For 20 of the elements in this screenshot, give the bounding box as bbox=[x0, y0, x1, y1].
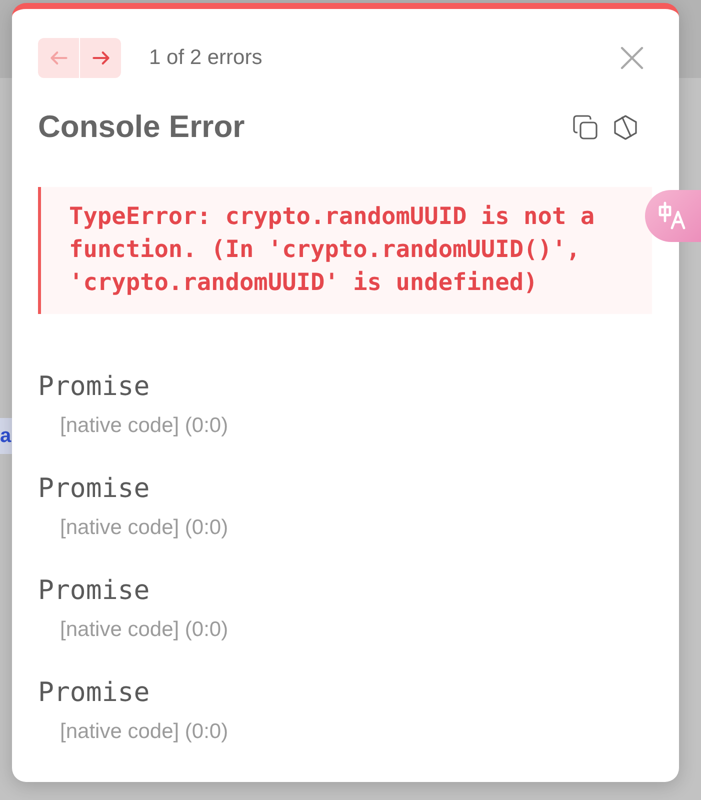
docs-button[interactable] bbox=[613, 114, 638, 140]
error-message: TypeError: crypto.randomUUID is not a function. (In 'crypto.randomUUID()', 'crypto.randomUUID' is undefined) bbox=[38, 187, 652, 314]
close-button[interactable] bbox=[620, 46, 644, 70]
stack-frame-function: Promise bbox=[38, 371, 150, 403]
stack-frame-location: [native code] (0:0) bbox=[60, 413, 228, 439]
next-error-button[interactable] bbox=[80, 38, 121, 78]
stack-frame-function: Promise bbox=[38, 677, 150, 709]
stack-frame-location: [native code] (0:0) bbox=[60, 515, 228, 541]
stack-frame-location: [native code] (0:0) bbox=[60, 719, 228, 745]
dialog-title: Console Error bbox=[38, 109, 245, 145]
copy-button[interactable] bbox=[573, 114, 598, 140]
copy-icon bbox=[573, 114, 598, 140]
stack-frame-location: [native code] (0:0) bbox=[60, 617, 228, 643]
hexagon-icon bbox=[613, 114, 638, 140]
error-count: 1 of 2 errors bbox=[149, 46, 262, 70]
stack-frame-function: Promise bbox=[38, 473, 150, 505]
translate-icon bbox=[657, 201, 687, 231]
translate-button[interactable] bbox=[645, 190, 701, 242]
stack-frame-function: Promise bbox=[38, 575, 150, 607]
close-icon bbox=[620, 46, 644, 70]
